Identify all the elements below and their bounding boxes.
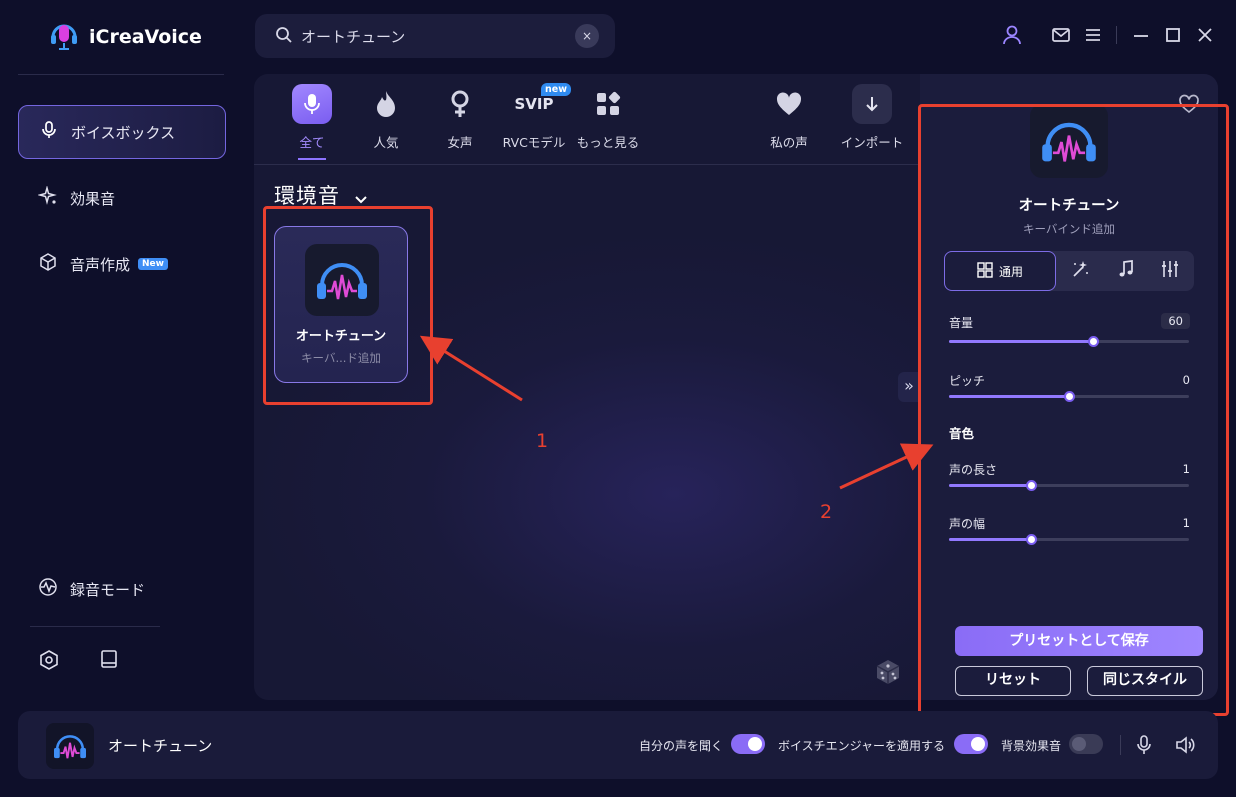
toggle-knob — [1072, 737, 1086, 751]
voice-changer-label: ボイスチエンジャーを適用する — [778, 739, 946, 753]
listen-toggle[interactable] — [731, 734, 765, 754]
annotation-number-2: 2 — [820, 501, 833, 523]
toggle-knob — [971, 737, 985, 751]
current-voice-title: オートチューン — [108, 737, 213, 755]
annotation-arrow-1 — [419, 335, 523, 402]
annotation-arrows — [419, 335, 934, 490]
background-sound-toggle[interactable] — [1069, 734, 1103, 754]
headphones-waveform-icon — [46, 723, 94, 769]
footer-bar: オートチューン 自分の声を聞く ボイスチエンジャーを適用する 背景効果音 — [18, 711, 1218, 779]
toggle-knob — [748, 737, 762, 751]
speaker-icon[interactable] — [1174, 734, 1196, 760]
footer-separator — [1120, 735, 1121, 755]
background-sound-label: 背景効果音 — [1001, 739, 1062, 753]
voice-changer-toggle[interactable] — [954, 734, 988, 754]
microphone-icon[interactable] — [1134, 734, 1154, 760]
listen-label: 自分の声を聞く — [639, 739, 724, 753]
annotation-number-1: 1 — [536, 430, 549, 452]
annotation-arrow-2 — [839, 443, 934, 490]
